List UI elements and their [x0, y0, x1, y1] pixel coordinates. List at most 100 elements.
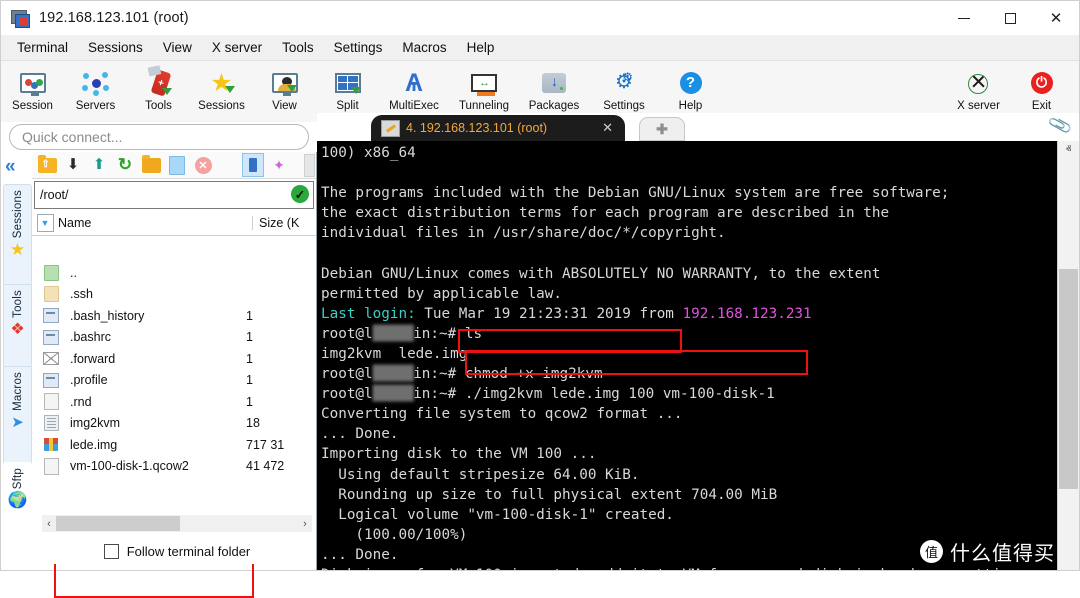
terminal-scrollbar[interactable]: ⱏ ⱟ — [1057, 141, 1079, 570]
download-icon[interactable]: ⬇ — [62, 155, 84, 175]
toolbar-sessions-button[interactable]: ★ Sessions — [190, 65, 253, 112]
toolbar-view-button[interactable]: View — [253, 65, 316, 112]
file-row-img2kvm[interactable]: img2kvm 18 — [32, 413, 316, 435]
toolbar-session-button[interactable]: Session — [1, 65, 64, 112]
masked-hostname: █████ — [373, 324, 414, 344]
collapse-sidebar-icon[interactable]: « — [5, 158, 16, 176]
file-name: img2kvm — [70, 416, 246, 430]
last-login-ip: 192.168.123.231 — [683, 306, 812, 322]
column-header-size[interactable]: Size (K — [252, 216, 316, 230]
term-line: Converting file system to qcow2 format .… — [321, 406, 683, 422]
magic-wand-icon[interactable]: ✦ — [268, 155, 290, 175]
last-login-rest: Tue Mar 19 21:23:31 2019 from — [416, 306, 683, 322]
scroll-right-icon[interactable]: › — [298, 518, 312, 530]
multiexec-fork-icon: Ѧ — [394, 67, 434, 98]
new-file-icon[interactable] — [166, 155, 188, 175]
scroll-down-icon[interactable]: ⱟ — [1058, 552, 1079, 570]
toolbar-tools-label: Tools — [145, 100, 172, 112]
masked-hostname: █████ — [373, 364, 414, 384]
file-row-parent[interactable]: .. — [32, 262, 316, 284]
sort-indicator-icon[interactable]: ▼ — [32, 214, 58, 232]
minimize-button[interactable] — [941, 1, 987, 35]
parent-folder-icon[interactable]: ⇧ — [36, 155, 58, 175]
scroll-left-icon[interactable]: ‹ — [42, 518, 56, 530]
close-button[interactable]: ✕ — [1033, 1, 1079, 35]
upload-icon[interactable]: ⬆ — [88, 155, 110, 175]
view-user-monitor-icon — [265, 67, 305, 98]
toolbar-multiexec-button[interactable]: Ѧ MultiExec — [379, 65, 449, 112]
menu-x-server[interactable]: X server — [202, 37, 272, 58]
app-logo-icon — [11, 9, 31, 27]
sidebar-tab-sessions[interactable]: Sessions ★ — [3, 184, 32, 287]
toolbar-tunneling-button[interactable]: ↔ Tunneling — [449, 65, 519, 112]
toolbar-x-server-button[interactable]: ✕ X server — [947, 65, 1010, 112]
toolbar-split-button[interactable]: Split — [316, 65, 379, 112]
file-name: .forward — [70, 352, 246, 366]
terminal-tab-4[interactable]: 4. 192.168.123.101 (root) ✕ — [371, 115, 625, 141]
term-line: the exact distribution terms for each pr… — [321, 205, 889, 221]
file-row-rnd[interactable]: .rnd 1 — [32, 391, 316, 413]
file-row-ssh[interactable]: .ssh — [32, 284, 316, 306]
menu-help[interactable]: Help — [457, 37, 505, 58]
scroll-up-icon[interactable]: ⱏ — [1058, 141, 1079, 159]
new-tab-button[interactable]: ✚ — [639, 117, 685, 141]
toolbar-settings-button[interactable]: ⚙ ⚙ Settings — [589, 65, 659, 112]
sftp-toolbar: ⇧ ⬇ ⬆ ↻ ✕ ✦ — [32, 152, 316, 179]
watermark-text: 什么值得买 — [950, 537, 1055, 566]
maximize-button[interactable] — [987, 1, 1033, 35]
toolbar-settings-label: Settings — [603, 100, 645, 112]
delete-icon[interactable]: ✕ — [192, 155, 214, 175]
toolbar-exit-button[interactable]: ⏻ Exit — [1010, 65, 1073, 112]
sftp-column-headers: ▼ Name Size (K — [32, 211, 316, 236]
menu-tools[interactable]: Tools — [272, 37, 324, 58]
term-line: Using default stripesize 64.00 KiB. — [321, 467, 639, 483]
menu-macros[interactable]: Macros — [392, 37, 456, 58]
scroll-track[interactable] — [56, 516, 298, 531]
sidebar-tab-macros[interactable]: Macros ➤ — [3, 366, 32, 465]
file-row-bash-history[interactable]: .bash_history 1 — [32, 305, 316, 327]
tunneling-arrows-icon: ↔ — [464, 67, 504, 98]
follow-terminal-folder-checkbox[interactable] — [104, 544, 119, 559]
scroll-thumb[interactable] — [56, 516, 180, 531]
term-line: individual files in /usr/share/doc/*/cop… — [321, 225, 726, 241]
term-line: Debian GNU/Linux comes with ABSOLUTELY N… — [321, 266, 880, 282]
menu-bar: Terminal Sessions View X server Tools Se… — [1, 35, 1079, 61]
toolbar-servers-button[interactable]: Servers — [64, 65, 127, 112]
terminal-tab-close-icon[interactable]: ✕ — [602, 120, 613, 136]
column-header-name[interactable]: Name — [58, 216, 252, 230]
toolbar-tools-button[interactable]: + Tools — [127, 65, 190, 112]
file-row-bashrc[interactable]: .bashrc 1 — [32, 327, 316, 349]
file-row-qcow2[interactable]: vm-100-disk-1.qcow2 41 472 — [32, 456, 316, 478]
toolbar-packages-label: Packages — [529, 100, 580, 112]
help-question-icon: ? — [671, 67, 711, 98]
follow-terminal-folder-row[interactable]: Follow terminal folder — [42, 538, 312, 564]
sftp-horizontal-scrollbar[interactable]: ‹ › — [42, 515, 312, 532]
file-row-profile[interactable]: .profile 1 — [32, 370, 316, 392]
folder-icon — [32, 286, 70, 302]
menu-view[interactable]: View — [153, 37, 202, 58]
sftp-toolbar-overflow[interactable] — [304, 154, 315, 177]
sidebar-tab-sftp[interactable]: Sftp 🌍 — [3, 462, 32, 539]
file-row-forward[interactable]: .forward 1 — [32, 348, 316, 370]
menu-terminal[interactable]: Terminal — [7, 37, 78, 58]
quick-connect-input[interactable]: Quick connect... — [9, 124, 309, 150]
usb-drive-icon[interactable] — [242, 155, 264, 175]
new-folder-icon[interactable] — [140, 155, 162, 175]
sftp-file-list[interactable]: .. .ssh .bash_history 1 .bashrc 1 .forwa… — [32, 262, 316, 510]
menu-settings[interactable]: Settings — [324, 37, 393, 58]
toolbar-packages-button[interactable]: ↓ Packages — [519, 65, 589, 112]
toolbar-help-button[interactable]: ? Help — [659, 65, 722, 112]
mobaxterm-window: 192.168.123.101 (root) ✕ Terminal Sessio… — [0, 0, 1080, 571]
paperclip-icon[interactable]: 📎 — [1047, 113, 1074, 139]
terminal-output[interactable]: 100) x86_64 The programs included with t… — [317, 141, 1058, 570]
terminal-scroll-thumb[interactable] — [1059, 269, 1078, 489]
file-row-lede-img[interactable]: lede.img 717 31 — [32, 434, 316, 456]
knife-icon: ❖ — [10, 322, 24, 337]
sftp-path-bar[interactable]: /root/ ✓ — [34, 181, 314, 209]
config-file-icon — [32, 308, 70, 323]
terminal-area: 4. 192.168.123.101 (root) ✕ ✚ 📎 100) x86… — [317, 113, 1079, 570]
refresh-icon[interactable]: ↻ — [114, 155, 136, 175]
term-line: Rounding up size to full physical extent… — [321, 487, 777, 503]
menu-sessions[interactable]: Sessions — [78, 37, 153, 58]
sidebar-tab-tools[interactable]: Tools ❖ — [3, 284, 32, 369]
